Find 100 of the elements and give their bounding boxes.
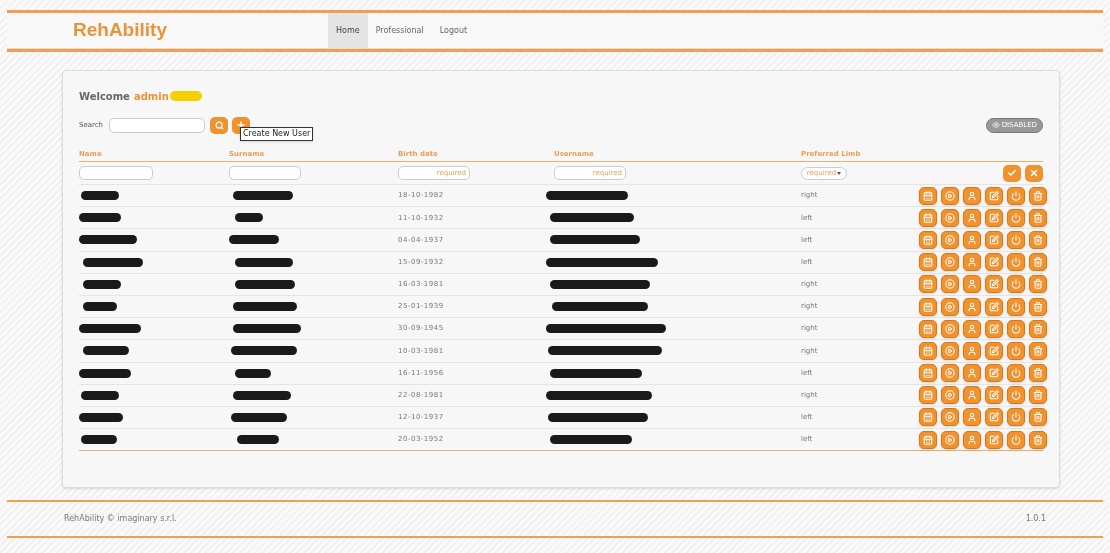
- calendar-button[interactable]: [919, 386, 937, 405]
- play-button[interactable]: [941, 297, 959, 316]
- power-icon: [1011, 234, 1021, 245]
- user-button[interactable]: [963, 208, 981, 227]
- calendar-button[interactable]: [919, 297, 937, 316]
- power-button[interactable]: [1007, 341, 1025, 360]
- user-button[interactable]: [963, 186, 981, 205]
- confirm-button[interactable]: [1003, 164, 1021, 182]
- user-button[interactable]: [963, 430, 981, 449]
- delete-button[interactable]: [1029, 319, 1047, 338]
- calendar-button[interactable]: [919, 186, 937, 205]
- nav-link[interactable]: Home: [328, 13, 368, 48]
- calendar-button[interactable]: [919, 341, 937, 360]
- edit-button[interactable]: [985, 408, 1003, 427]
- redaction-mark: [83, 257, 143, 267]
- calendar-button[interactable]: [919, 253, 937, 272]
- edit-icon: [989, 412, 999, 423]
- user-button[interactable]: [963, 386, 981, 405]
- calendar-button[interactable]: [919, 230, 937, 249]
- play-icon: [945, 234, 955, 245]
- user-button[interactable]: [963, 319, 981, 338]
- edit-icon: [989, 257, 999, 268]
- power-icon: [1011, 434, 1021, 445]
- play-button[interactable]: [941, 408, 959, 427]
- edit-button[interactable]: [985, 297, 1003, 316]
- delete-button[interactable]: [1029, 186, 1047, 205]
- edit-button[interactable]: [985, 430, 1003, 449]
- calendar-button[interactable]: [919, 430, 937, 449]
- trash-icon: [1033, 279, 1043, 290]
- power-button[interactable]: [1007, 364, 1025, 383]
- calendar-button[interactable]: [919, 275, 937, 294]
- calendar-button[interactable]: [919, 208, 937, 227]
- edit-icon: [989, 279, 999, 290]
- edit-button[interactable]: [985, 230, 1003, 249]
- play-button[interactable]: [941, 253, 959, 272]
- delete-button[interactable]: [1029, 275, 1047, 294]
- user-icon: [967, 301, 977, 312]
- user-button[interactable]: [963, 230, 981, 249]
- user-icon: [967, 257, 977, 268]
- user-button[interactable]: [963, 253, 981, 272]
- edit-button[interactable]: [985, 386, 1003, 405]
- power-button[interactable]: [1007, 408, 1025, 427]
- copyright-text: RehAbility © imaginary s.r.l.: [64, 513, 177, 525]
- edit-button[interactable]: [985, 275, 1003, 294]
- power-button[interactable]: [1007, 297, 1025, 316]
- user-button[interactable]: [963, 341, 981, 360]
- delete-button[interactable]: [1029, 386, 1047, 405]
- play-button[interactable]: [941, 186, 959, 205]
- power-button[interactable]: [1007, 253, 1025, 272]
- play-icon: [945, 434, 955, 445]
- delete-button[interactable]: [1029, 430, 1047, 449]
- power-button[interactable]: [1007, 430, 1025, 449]
- delete-button[interactable]: [1029, 297, 1047, 316]
- edit-button[interactable]: [985, 364, 1003, 383]
- play-button[interactable]: [941, 208, 959, 227]
- power-button[interactable]: [1007, 319, 1025, 338]
- delete-button[interactable]: [1029, 341, 1047, 360]
- calendar-button[interactable]: [919, 319, 937, 338]
- power-button[interactable]: [1007, 275, 1025, 294]
- play-button[interactable]: [941, 275, 959, 294]
- edit-button[interactable]: [985, 341, 1003, 360]
- play-button[interactable]: [941, 230, 959, 249]
- name-field[interactable]: [79, 166, 153, 180]
- play-icon: [945, 257, 955, 268]
- plus-icon: [236, 120, 246, 130]
- nav-link[interactable]: Professional: [367, 13, 432, 48]
- tooltip: Create New User: [240, 127, 314, 141]
- cancel-button[interactable]: [1025, 164, 1043, 182]
- edit-button[interactable]: [985, 253, 1003, 272]
- nav-link[interactable]: Logout: [431, 13, 476, 48]
- play-button[interactable]: [941, 319, 959, 338]
- edit-button[interactable]: [985, 319, 1003, 338]
- user-button[interactable]: [963, 297, 981, 316]
- delete-button[interactable]: [1029, 253, 1047, 272]
- delete-button[interactable]: [1029, 408, 1047, 427]
- power-button[interactable]: [1007, 208, 1025, 227]
- delete-button[interactable]: [1029, 230, 1047, 249]
- search-field[interactable]: [109, 117, 205, 133]
- user-button[interactable]: [963, 275, 981, 294]
- power-icon: [1011, 190, 1021, 201]
- edit-button[interactable]: [985, 208, 1003, 227]
- surname-field[interactable]: [229, 166, 301, 180]
- calendar-button[interactable]: [919, 408, 937, 427]
- play-button[interactable]: [941, 364, 959, 383]
- redaction-mark: [79, 324, 141, 334]
- play-button[interactable]: [941, 386, 959, 405]
- play-button[interactable]: [941, 430, 959, 449]
- power-icon: [1011, 412, 1021, 423]
- user-button[interactable]: [963, 408, 981, 427]
- calendar-button[interactable]: [919, 364, 937, 383]
- power-button[interactable]: [1007, 186, 1025, 205]
- power-button[interactable]: [1007, 386, 1025, 405]
- trash-icon: [1033, 190, 1043, 201]
- delete-button[interactable]: [1029, 208, 1047, 227]
- play-button[interactable]: [941, 341, 959, 360]
- delete-button[interactable]: [1029, 364, 1047, 383]
- edit-button[interactable]: [985, 186, 1003, 205]
- power-button[interactable]: [1007, 230, 1025, 249]
- close-icon: [1029, 168, 1039, 178]
- user-button[interactable]: [963, 364, 981, 383]
